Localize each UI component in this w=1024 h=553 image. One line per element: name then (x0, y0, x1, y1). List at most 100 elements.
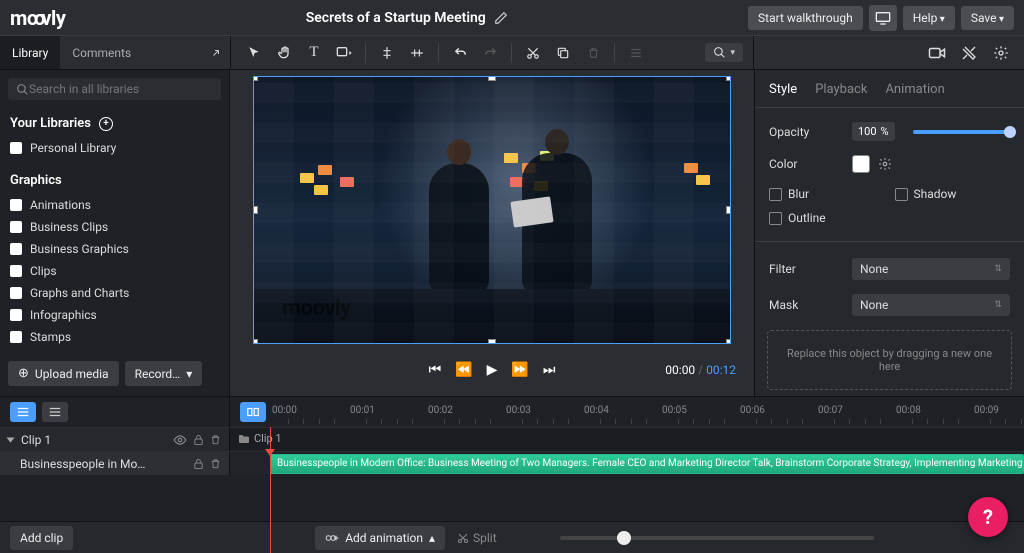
outline-checkbox[interactable]: Outline (769, 211, 885, 225)
tab-playback[interactable]: Playback (815, 82, 867, 97)
skip-end-icon[interactable]: ⏭ (543, 362, 556, 378)
align-h-icon[interactable] (374, 40, 400, 66)
start-walkthrough-button[interactable]: Start walkthrough (748, 6, 863, 30)
playhead[interactable] (270, 427, 271, 553)
track-header-clip1[interactable]: Clip 1 (0, 428, 230, 451)
skip-start-icon[interactable]: ⏮ (429, 362, 442, 378)
cut-icon[interactable] (520, 40, 546, 66)
timeline-view-list-icon[interactable] (10, 402, 36, 422)
hand-tool-icon[interactable] (271, 40, 297, 66)
forward-icon[interactable]: ⏩ (511, 362, 528, 378)
resize-handle[interactable] (726, 206, 731, 214)
present-icon[interactable] (869, 5, 897, 31)
save-button[interactable]: Save (961, 6, 1014, 30)
sidebar-item[interactable]: Clips (8, 260, 221, 282)
text-tool-icon[interactable]: T (301, 40, 327, 66)
mask-label: Mask (769, 298, 844, 312)
align-v-icon[interactable] (404, 40, 430, 66)
resize-handle[interactable] (488, 76, 496, 81)
add-clip-button[interactable]: Add clip (10, 526, 73, 550)
color-gear-icon[interactable] (878, 157, 892, 171)
copy-icon[interactable] (550, 40, 576, 66)
tab-library[interactable]: Library (0, 36, 60, 69)
search-field[interactable] (8, 78, 221, 100)
time-total: 00:12 (706, 363, 736, 377)
graphics-heading: Graphics (10, 173, 62, 188)
timeline-segment[interactable]: Businesspeople in Modern Office: Busines… (270, 454, 1024, 474)
track-header-child[interactable]: Businesspeople in Modern Office:… (0, 452, 230, 475)
sidebar-item[interactable]: Infographics (8, 304, 221, 326)
settings-icon[interactable] (988, 40, 1014, 66)
ruler-tick: 00:07 (818, 405, 843, 416)
tab-animation[interactable]: Animation (885, 82, 944, 97)
sidebar-item[interactable]: Business Graphics (8, 238, 221, 260)
snap-icon[interactable] (240, 402, 266, 422)
tab-style[interactable]: Style (769, 82, 797, 97)
lock-icon[interactable] (193, 458, 204, 470)
blur-checkbox[interactable]: Blur (769, 187, 885, 201)
sidebar-item[interactable]: Animations (8, 194, 221, 216)
resize-handle[interactable] (253, 339, 258, 344)
delete-icon[interactable] (580, 40, 606, 66)
app-logo: moovly (10, 6, 65, 30)
ruler-tick: 00:00 (272, 405, 297, 416)
record-button[interactable]: Record… ▾ (125, 361, 203, 386)
resize-handle[interactable] (253, 206, 258, 214)
ruler-tick: 00:01 (350, 405, 375, 416)
opacity-slider[interactable] (913, 130, 1010, 134)
sidebar-item-personal[interactable]: Personal Library (8, 137, 221, 159)
mask-select[interactable]: None⇅ (852, 294, 1010, 316)
play-icon[interactable]: ▶ (487, 362, 498, 378)
add-library-icon[interactable]: + (99, 117, 113, 131)
resize-handle[interactable] (488, 339, 496, 344)
redo-icon[interactable] (477, 40, 503, 66)
list-icon[interactable] (623, 40, 649, 66)
shadow-checkbox[interactable]: Shadow (895, 187, 1011, 201)
ruler-tick: 00:06 (740, 405, 765, 416)
add-animation-button[interactable]: Add animation ▴ (315, 526, 445, 550)
visibility-icon[interactable] (173, 434, 187, 446)
tools-icon[interactable] (956, 40, 982, 66)
ruler-tick: 00:05 (662, 405, 687, 416)
undo-icon[interactable] (447, 40, 473, 66)
replace-drop-zone[interactable]: Replace this object by dragging a new on… (767, 330, 1012, 390)
timeline-view-grid-icon[interactable] (42, 402, 68, 422)
library-sidebar: Your Libraries + Personal Library Graphi… (0, 70, 230, 396)
timeline-ruler[interactable]: 00:0000:0100:0200:0300:0400:0500:0600:07… (272, 397, 1024, 427)
filter-label: Filter (769, 262, 844, 276)
ruler-tick: 00:08 (896, 405, 921, 416)
expand-sidebar-icon[interactable] (210, 47, 222, 59)
watermark: moovly (282, 296, 351, 321)
filter-select[interactable]: None⇅ (852, 258, 1010, 280)
tab-comments[interactable]: Comments (60, 36, 143, 69)
color-swatch[interactable] (852, 155, 870, 173)
shape-tool-icon[interactable] (331, 40, 357, 66)
lock-icon[interactable] (193, 434, 204, 446)
canvas-stage[interactable]: moovly (253, 76, 731, 344)
upload-media-button[interactable]: Upload media (8, 361, 119, 386)
split-button[interactable]: Split (457, 531, 497, 545)
sidebar-item[interactable]: Graphs and Charts (8, 282, 221, 304)
delete-track-icon[interactable] (210, 434, 221, 446)
pointer-tool-icon[interactable] (241, 40, 267, 66)
rewind-icon[interactable]: ⏪ (455, 362, 472, 378)
help-button[interactable]: Help (903, 6, 955, 30)
delete-track-icon[interactable] (210, 458, 221, 470)
timeline-zoom-slider[interactable] (560, 536, 874, 540)
opacity-value[interactable]: 100% (852, 122, 895, 141)
clip-folder-label: Clip 1 (238, 432, 282, 445)
sidebar-item[interactable]: Business Clips (8, 216, 221, 238)
ruler-tick: 00:04 (584, 405, 609, 416)
resize-handle[interactable] (253, 76, 258, 81)
camera-icon[interactable] (924, 40, 950, 66)
properties-panel: Style Playback Animation Opacity 100% Co… (754, 70, 1024, 396)
project-title: Secrets of a Startup Meeting (306, 10, 486, 26)
edit-title-icon[interactable] (494, 11, 508, 25)
resize-handle[interactable] (726, 76, 731, 81)
zoom-dropdown[interactable]: ▾ (705, 43, 743, 62)
sidebar-item[interactable]: Stamps (8, 326, 221, 348)
your-libraries-heading: Your Libraries (10, 116, 91, 131)
search-input[interactable] (29, 82, 213, 96)
resize-handle[interactable] (726, 339, 731, 344)
help-fab[interactable]: ? (968, 497, 1008, 537)
